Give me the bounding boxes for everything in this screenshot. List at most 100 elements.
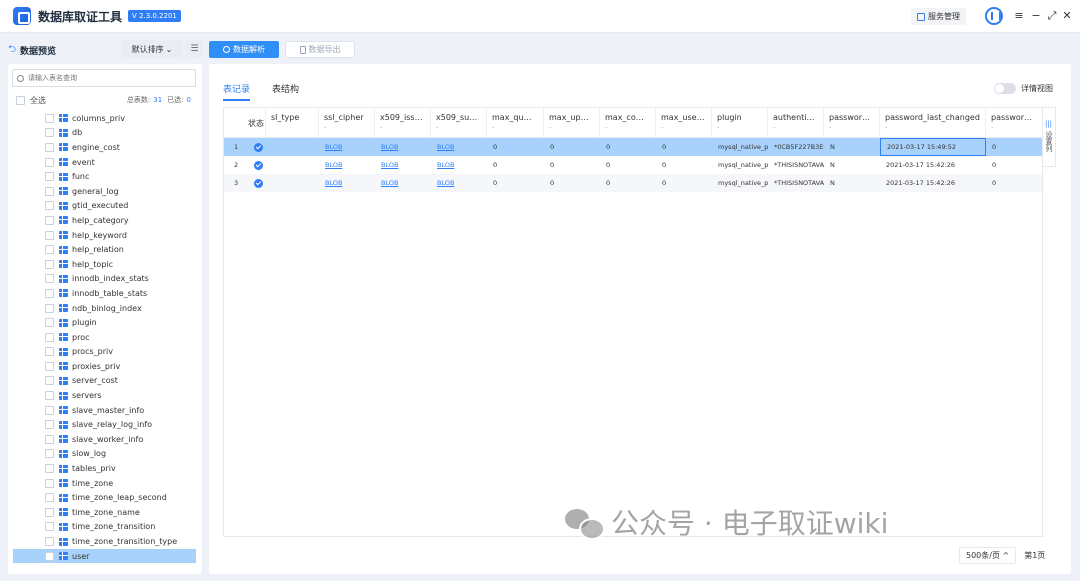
page-size-select[interactable]: 500条/页 ^ (959, 547, 1017, 564)
row-status-check-icon[interactable] (254, 161, 263, 170)
row-status-check-icon[interactable] (254, 179, 263, 188)
table-item[interactable]: proc (13, 330, 196, 345)
table-item[interactable]: gtid_executed (13, 199, 196, 214)
table-item[interactable]: ndb_binlog_index (13, 301, 196, 316)
blob-link[interactable]: BLOB (375, 174, 431, 192)
table-checkbox[interactable] (45, 405, 54, 415)
detail-view-toggle[interactable]: 详情视图 (994, 83, 1053, 94)
table-item[interactable]: help_topic (13, 257, 196, 272)
table-checkbox[interactable] (45, 157, 54, 167)
table-checkbox[interactable] (45, 172, 54, 182)
column-header[interactable]: passwor… - (824, 108, 880, 138)
table-item[interactable]: servers (13, 388, 196, 403)
table-item[interactable]: db (13, 126, 196, 141)
table-checkbox[interactable] (45, 376, 54, 386)
table-checkbox[interactable] (45, 201, 54, 211)
table-item[interactable]: innodb_table_stats (13, 286, 196, 301)
table-row[interactable]: 3 BLOB BLOB BLOB 0 0 0 0 mysql_native_pa *THISISN… (224, 174, 1042, 192)
column-header-status[interactable]: 状态 (224, 108, 266, 138)
table-checkbox[interactable] (45, 347, 54, 357)
blob-link[interactable]: BLOB (319, 138, 375, 156)
table-checkbox[interactable] (45, 493, 54, 503)
table-item[interactable]: innodb_index_stats (13, 272, 196, 287)
tab-records[interactable]: 表记录 (223, 82, 251, 101)
maximize-icon[interactable]: ⤢ (1046, 8, 1058, 24)
table-checkbox[interactable] (45, 391, 54, 401)
column-settings-button[interactable]: ||| 设置列 (1042, 107, 1056, 167)
table-item[interactable]: proxies_priv (13, 359, 196, 374)
filter-icon[interactable]: ☰ (186, 40, 203, 58)
table-search-input[interactable] (28, 74, 188, 82)
table-checkbox[interactable] (45, 551, 54, 561)
sort-dropdown[interactable]: 默认排序 ⌄ (121, 40, 183, 58)
table-checkbox[interactable] (45, 288, 54, 298)
column-header[interactable]: x509_iss… - (375, 108, 431, 138)
detail-view-switch[interactable] (994, 83, 1016, 94)
table-item[interactable]: help_relation (13, 242, 196, 257)
table-checkbox[interactable] (45, 128, 54, 138)
table-checkbox[interactable] (45, 142, 54, 152)
table-checkbox[interactable] (45, 259, 54, 269)
table-item[interactable]: tables_priv (13, 461, 196, 476)
analyze-button[interactable]: 数据解析 (209, 41, 279, 58)
table-checkbox[interactable] (45, 230, 54, 240)
table-item[interactable]: slave_worker_info (13, 432, 196, 447)
column-header[interactable]: sl_type (266, 108, 319, 138)
table-checkbox[interactable] (45, 215, 54, 225)
table-checkbox[interactable] (45, 420, 54, 430)
table-checkbox[interactable] (45, 318, 54, 328)
table-checkbox[interactable] (45, 537, 54, 547)
close-icon[interactable]: ✕ (1061, 8, 1073, 24)
blob-link[interactable]: BLOB (431, 174, 487, 192)
blob-link[interactable]: BLOB (431, 156, 487, 174)
blob-link[interactable]: BLOB (319, 174, 375, 192)
table-checkbox[interactable] (45, 186, 54, 196)
table-checkbox[interactable] (45, 507, 54, 517)
column-header[interactable]: max_co… - (600, 108, 656, 138)
column-header[interactable]: ssl_cipher - (319, 108, 375, 138)
table-checkbox[interactable] (45, 332, 54, 342)
column-header[interactable]: max_up… - (544, 108, 600, 138)
table-item[interactable]: time_zone_name (13, 505, 196, 520)
table-checkbox[interactable] (45, 434, 54, 444)
table-row[interactable]: 1 BLOB BLOB BLOB 0 0 0 0 mysql_native_pa *0CB5F22… (224, 138, 1042, 156)
table-item[interactable]: user (13, 548, 196, 564)
table-checkbox[interactable] (45, 449, 54, 459)
table-item[interactable]: time_zone_transition (13, 520, 196, 535)
table-item[interactable]: time_zone_transition_type (13, 534, 196, 549)
column-header[interactable]: max_qu… - (487, 108, 544, 138)
tab-structure[interactable]: 表结构 (272, 82, 299, 101)
user-avatar-icon[interactable] (985, 7, 1003, 25)
table-search-box[interactable] (12, 69, 196, 87)
table-item[interactable]: engine_cost (13, 140, 196, 155)
table-checkbox[interactable] (45, 245, 54, 255)
column-header[interactable]: passwor… - (986, 108, 1042, 138)
table-item[interactable]: plugin (13, 315, 196, 330)
menu-icon[interactable]: ≡ (1013, 8, 1025, 24)
table-item[interactable]: server_cost (13, 374, 196, 389)
blob-link[interactable]: BLOB (319, 156, 375, 174)
table-item[interactable]: time_zone (13, 476, 196, 491)
column-header[interactable]: max_use… - (656, 108, 712, 138)
export-button[interactable]: 数据导出 (285, 41, 355, 58)
column-header[interactable]: x509_su… - (431, 108, 487, 138)
table-checkbox[interactable] (45, 303, 54, 313)
table-item[interactable]: time_zone_leap_second (13, 490, 196, 505)
table-item[interactable]: event (13, 155, 196, 170)
table-item[interactable]: slave_master_info (13, 403, 196, 418)
service-manage-button[interactable]: 服务管理 (911, 8, 966, 25)
column-header[interactable]: authenti… - (768, 108, 824, 138)
table-item[interactable]: columns_priv (13, 111, 196, 126)
row-status-check-icon[interactable] (254, 143, 263, 152)
select-all-checkbox[interactable] (16, 95, 25, 105)
table-item[interactable]: slow_log (13, 447, 196, 462)
table-checkbox[interactable] (45, 464, 54, 474)
table-checkbox[interactable] (45, 478, 54, 488)
table-item[interactable]: func (13, 169, 196, 184)
minimize-icon[interactable]: − (1030, 8, 1042, 24)
table-checkbox[interactable] (45, 113, 54, 123)
table-item[interactable]: general_log (13, 184, 196, 199)
table-checkbox[interactable] (45, 274, 54, 284)
table-item[interactable]: help_keyword (13, 228, 196, 243)
back-icon[interactable]: ⮌ (8, 42, 16, 59)
